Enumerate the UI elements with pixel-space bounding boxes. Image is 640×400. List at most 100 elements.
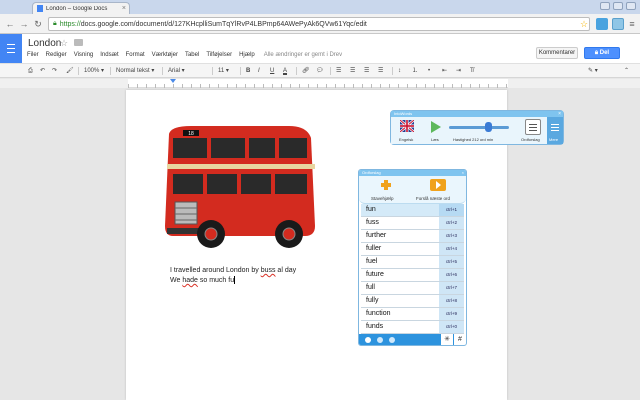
settings-icon[interactable]: ✳ [441,334,453,345]
paint-format-icon[interactable]: 🖌︎ [66,66,74,76]
suggestion-item[interactable]: fully ctrl+8 [361,295,464,308]
align-left-icon[interactable]: ☰ [336,66,341,76]
menu-tabel[interactable]: Tabel [185,52,199,58]
bold-button[interactable]: B [246,66,250,76]
docs-header: London ☆ Filer Rediger Visning Indsæt Fo… [0,34,640,63]
collapse-menu-icon[interactable]: ⌃ [624,66,629,76]
more-button[interactable]: Mere [547,117,563,144]
spelling-help-label[interactable]: Stavehjælp [371,196,394,201]
forward-icon[interactable]: → [18,18,30,30]
suggestion-item[interactable]: full ctrl+7 [361,282,464,295]
clear-formatting-icon[interactable]: T̸ [470,66,474,76]
misspelled-word[interactable]: hade [182,277,198,284]
shortcut-label: ctrl+2 [439,217,464,229]
play-icon[interactable] [431,121,441,133]
print-icon[interactable]: ⎙ [28,66,33,76]
speed-slider-handle[interactable] [485,122,492,132]
align-justify-icon[interactable]: ☰ [378,66,383,76]
document-body-text[interactable]: I travelled around London by buss al day… [170,266,296,286]
extension-icon[interactable] [596,18,608,30]
page-dot-active[interactable] [365,337,371,343]
share-button[interactable]: 🔒︎ Del [584,47,620,59]
docs-home-icon[interactable] [0,34,22,63]
redo-icon[interactable]: ↷ [52,66,57,76]
double-decker-bus-image[interactable]: 18 [161,124,321,256]
next-word-label[interactable]: Forslå næste ord [416,196,450,201]
menu-format[interactable]: Format [126,52,145,58]
zoom-select[interactable]: 100% ▾ [84,66,104,76]
comments-button[interactable]: Kommentarer [536,47,578,59]
shortcut-label: ctrl+5 [439,256,464,268]
intowords-extension-icon[interactable] [612,18,624,30]
close-window-button[interactable] [626,2,636,10]
page-dot[interactable] [377,337,383,343]
numbered-list-icon[interactable]: ⒈ [412,66,418,76]
spelling-help-icon[interactable] [381,180,391,190]
menu-icon[interactable]: ≡ [626,18,638,30]
suggestion-item[interactable]: funds ctrl+0 [361,321,464,334]
address-bar[interactable]: 🔒︎ https:// docs.google.com/document/d/1… [48,17,590,31]
text-color-button[interactable]: A [283,66,287,76]
align-right-icon[interactable]: ☰ [364,66,369,76]
text-segment: I travelled around London by [170,267,261,274]
docs-favicon-icon [37,5,43,12]
document-title[interactable]: London [28,38,61,49]
minimize-button[interactable] [600,2,610,10]
editing-mode-icon[interactable]: ✎ ▾ [588,66,598,76]
bookmark-star-icon[interactable]: ☆ [578,18,590,30]
suggestion-word: future [366,271,384,278]
reload-icon[interactable]: ↻ [32,18,44,30]
decrease-indent-icon[interactable]: ⇤ [442,66,447,76]
undo-icon[interactable]: ↶ [40,66,45,76]
suggestion-item[interactable]: fuel ctrl+5 [361,256,464,269]
page-dot[interactable] [389,337,395,343]
suggestion-item[interactable]: further ctrl+3 [361,230,464,243]
suggestion-item[interactable]: fuller ctrl+4 [361,243,464,256]
misspelled-word[interactable]: buss [261,267,276,274]
suggestion-item[interactable]: fuss ctrl+2 [361,217,464,230]
menu-bar: Filer Rediger Visning Indsæt Format Værk… [27,52,342,58]
word-prediction-icon[interactable] [525,119,541,135]
menu-rediger[interactable]: Rediger [46,52,67,58]
italic-button[interactable]: I [258,66,260,76]
toolbar-divider [330,67,331,75]
suggestion-word: fuller [366,245,382,252]
speed-slider[interactable] [449,126,509,129]
menu-visning[interactable]: Visning [74,52,94,58]
uk-flag-icon[interactable] [400,120,414,132]
style-select[interactable]: Normal tekst ▾ [116,66,154,76]
menu-tilfoejelser[interactable]: Tilføjelser [206,52,232,58]
hash-icon[interactable]: # [454,334,466,345]
indent-marker[interactable] [170,79,176,83]
line-spacing-icon[interactable]: ↕ [398,66,401,76]
menu-indsaet[interactable]: Indsæt [100,52,118,58]
tab-close-icon[interactable]: × [122,5,126,12]
star-icon[interactable]: ☆ [60,38,68,49]
font-size-select[interactable]: 11 ▾ [218,66,229,76]
underline-button[interactable]: U [270,66,274,76]
bulleted-list-icon[interactable]: • [428,66,430,76]
suggestion-item[interactable]: fun ctrl+1 [361,204,464,217]
font-select[interactable]: Arial ▾ [168,66,185,76]
lock-icon: 🔒︎ [53,20,57,27]
align-center-icon[interactable]: ☰ [350,66,355,76]
shortcut-label: ctrl+6 [439,269,464,281]
comment-icon[interactable]: 💬︎ [316,66,324,76]
folder-icon[interactable] [74,39,83,46]
suggestion-item[interactable]: future ctrl+6 [361,269,464,282]
text-line-1: I travelled around London by buss al day [170,266,296,276]
back-icon[interactable]: ← [4,18,16,30]
browser-tab[interactable]: London – Google Docs × [32,2,130,14]
toolbar-divider [110,67,111,75]
menu-filer[interactable]: Filer [27,52,39,58]
toolbar-divider [162,67,163,75]
save-status[interactable]: Alle ændringer er gemt i Drev [264,52,342,58]
increase-indent-icon[interactable]: ⇥ [456,66,461,76]
text-line-2: We hade so much fu [170,276,296,286]
menu-vaerktoejer[interactable]: Værktøjer [152,52,178,58]
next-word-icon[interactable] [430,179,446,191]
menu-hjaelp[interactable]: Hjælp [239,52,255,58]
maximize-button[interactable] [613,2,623,10]
suggestion-item[interactable]: function ctrl+9 [361,308,464,321]
link-icon[interactable]: 🔗︎ [302,66,310,76]
